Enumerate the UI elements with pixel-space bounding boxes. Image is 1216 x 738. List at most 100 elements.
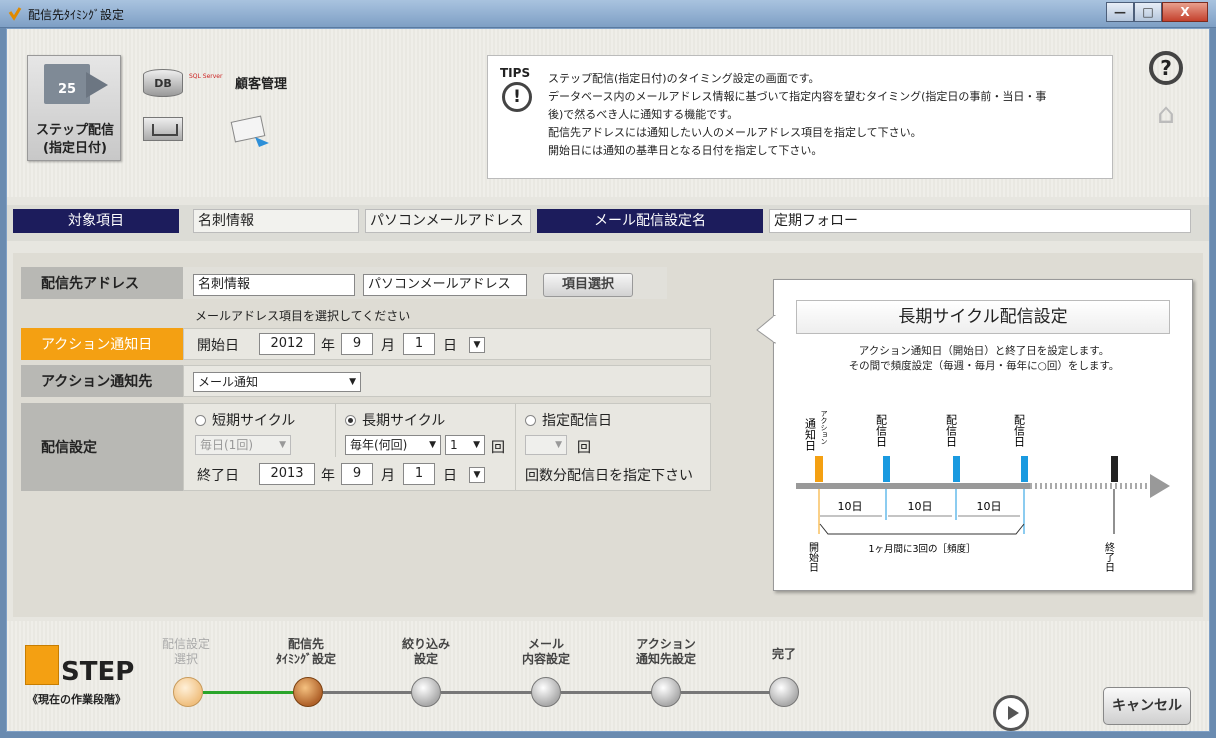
step-connector: [681, 691, 775, 694]
step-connector: [323, 691, 417, 694]
start-year-field[interactable]: 2012: [259, 333, 315, 355]
end-year-field[interactable]: 2013: [259, 463, 315, 485]
times-unit: 回: [491, 440, 505, 456]
interval-label-2: 10日: [908, 500, 933, 513]
start-day-label: 開始日: [807, 542, 819, 572]
step-delivery-tile[interactable]: 25 ステップ配信 (指定日付): [27, 55, 121, 161]
step-delivery-label: ステップ配信 (指定日付): [35, 123, 114, 156]
delivery-marker-1: [883, 456, 890, 482]
calendar-icon: 25: [44, 64, 90, 104]
specified-hint: 回数分配信日を指定下さい: [525, 468, 693, 484]
month-unit: 月: [381, 338, 395, 354]
step-node-5[interactable]: [651, 677, 681, 707]
step-label-1: 配信設定 選択: [161, 637, 210, 666]
customer-management-label: 顧客管理: [235, 77, 288, 92]
calendar-number: 25: [57, 82, 77, 97]
action-small-label: アクション: [820, 410, 828, 445]
step-node-1[interactable]: [173, 677, 203, 707]
step-node-4[interactable]: [531, 677, 561, 707]
envelope-send-icon: [230, 115, 269, 147]
database-icon[interactable]: DB: [143, 69, 183, 97]
help-icon[interactable]: ?: [1149, 51, 1183, 85]
action-date-label: アクション通知日: [21, 328, 183, 360]
home-icon[interactable]: ⌂: [1149, 97, 1183, 130]
end-day-field[interactable]: 1: [403, 463, 435, 485]
day-unit: 日: [443, 338, 457, 354]
divider: [335, 403, 336, 457]
end-month-field[interactable]: 9: [341, 463, 373, 485]
card-pointer: [756, 315, 777, 344]
short-cycle-radio[interactable]: 短期サイクル: [195, 410, 295, 430]
year-unit: 年: [321, 338, 335, 354]
target-label: 対象項目: [13, 209, 179, 233]
timeline-arrow-icon: [1150, 474, 1170, 498]
setting-name-label: メール配信設定名: [537, 209, 763, 233]
long-cycle-select[interactable]: 毎年(何回) ▼: [345, 435, 441, 455]
notify-label: 通知日: [804, 418, 817, 451]
delivery-marker-3: [1021, 456, 1028, 482]
step-node-2[interactable]: [293, 677, 323, 707]
end-year-unit: 年: [321, 468, 335, 484]
delivery-marker-2: [953, 456, 960, 482]
start-date-label: 開始日: [197, 338, 239, 354]
tips-heading: TIPS: [500, 66, 531, 80]
step-connector: [203, 691, 297, 694]
target-value-1: 名刺情報: [193, 209, 359, 233]
end-day-unit: 日: [443, 468, 457, 484]
address-label: 配信先アドレス: [21, 267, 183, 299]
step-node-3[interactable]: [411, 677, 441, 707]
start-day-field[interactable]: 1: [403, 333, 435, 355]
specified-date-radio[interactable]: 指定配信日: [525, 410, 612, 430]
address-field-1[interactable]: 名刺情報: [193, 274, 355, 296]
end-date-dropdown[interactable]: ▼: [469, 467, 485, 483]
end-month-unit: 月: [381, 468, 395, 484]
step-connector: [561, 691, 657, 694]
start-date-dropdown[interactable]: ▼: [469, 337, 485, 353]
header: 25 ステップ配信 (指定日付) DB SQL Server 顧客管理 TIPS…: [7, 29, 1209, 197]
step-label-5: アクション 通知先設定: [635, 637, 696, 666]
long-cycle-radio[interactable]: 長期サイクル: [345, 410, 445, 430]
step-node-6[interactable]: [769, 677, 799, 707]
target-value-2: パソコンメールアドレス: [365, 209, 531, 233]
tips-text: ステップ配信(指定日付)のタイミング設定の画面です。 データベース内のメールアド…: [548, 72, 1047, 157]
minimize-button[interactable]: —: [1106, 2, 1134, 22]
next-play-icon[interactable]: [993, 695, 1029, 731]
window-title: 配信先ﾀｲﾐﾝｸﾞ設定: [28, 8, 125, 22]
end-marker: [1111, 456, 1118, 482]
step-label-3: 絞り込み 設定: [401, 637, 450, 666]
frequency-label: 1ヶ月間に3回の［頻度］: [868, 543, 975, 555]
mail-icon[interactable]: [143, 117, 183, 141]
end-day-label: 終了日: [1103, 541, 1115, 572]
interval-label-1: 10日: [838, 500, 863, 513]
start-month-field[interactable]: 9: [341, 333, 373, 355]
step-label-6: 完了: [771, 647, 796, 661]
sql-server-logo: SQL Server: [189, 73, 223, 80]
step-label-4: メール 内容設定: [521, 637, 570, 666]
step-label-2: 配信先 ﾀｲﾐﾝｸﾞ設定: [275, 637, 336, 666]
exclamation-icon: !: [502, 82, 532, 112]
close-button[interactable]: X: [1162, 2, 1208, 22]
short-cycle-select[interactable]: 毎日(1回) ▼: [195, 435, 291, 455]
maximize-button[interactable]: □: [1134, 2, 1162, 22]
tips-box: TIPS ! ステップ配信(指定日付)のタイミング設定の画面です。 データベース…: [487, 55, 1113, 179]
window-buttons: — □ X: [1106, 2, 1208, 22]
checkmark-icon: [25, 645, 59, 685]
specified-count-select[interactable]: ▼: [525, 435, 567, 455]
address-field-2[interactable]: パソコンメールアドレス: [363, 274, 527, 296]
arrow-right-icon: [86, 72, 108, 98]
step-progress-bar: STEP 《現在の作業段階》 配信設定 選択 配信先 ﾀｲﾐﾝｸﾞ設定 絞り込み 設定…: [7, 621, 1209, 731]
window-titlebar: 配信先ﾀｲﾐﾝｸﾞ設定 — □ X: [0, 0, 1216, 28]
delivery-label-2: 配信日: [945, 414, 958, 447]
select-item-button[interactable]: 項目選択: [543, 273, 633, 297]
target-bar: 対象項目 名刺情報 パソコンメールアドレス メール配信設定名 定期フォロー: [7, 205, 1209, 241]
long-cycle-card: 長期サイクル配信設定 アクション通知日（開始日）と終了日を設定します。 その間で…: [773, 279, 1193, 591]
current-stage-caption: 《現在の作業段階》: [27, 693, 126, 706]
long-cycle-count-select[interactable]: 1 ▼: [445, 435, 485, 455]
cancel-button[interactable]: キャンセル: [1103, 687, 1191, 725]
delivery-label-3: 配信日: [1013, 414, 1026, 447]
interval-label-3: 10日: [977, 500, 1002, 513]
specified-times-unit: 回: [577, 440, 591, 456]
setting-name-field[interactable]: 定期フォロー: [769, 209, 1191, 233]
action-target-select[interactable]: メール通知 ▼: [193, 372, 361, 392]
divider: [515, 403, 516, 491]
